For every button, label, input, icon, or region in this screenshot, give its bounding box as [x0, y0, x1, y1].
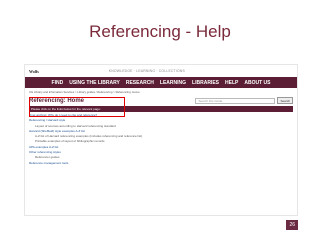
- list-item[interactable]: Reference management tools: [29, 161, 293, 166]
- search-button[interactable]: Search: [277, 97, 293, 104]
- breadcrumb[interactable]: UG Library and Information Services > Li…: [25, 88, 297, 96]
- website-screenshot: Wolfs KNOWLEDGE · LEARNING · COLLECTIONS…: [24, 64, 298, 216]
- search-input[interactable]: Search this Guide: [195, 97, 276, 104]
- link-list: Over-arching: Why do I need to cite and …: [29, 113, 293, 166]
- nav-item-using-the-library[interactable]: USING THE LIBRARY: [69, 80, 120, 86]
- main-nav: FIND USING THE LIBRARY RESEARCH LEARNING…: [25, 77, 297, 88]
- nav-item-learning[interactable]: LEARNING: [160, 80, 186, 86]
- nav-item-help[interactable]: HELP: [225, 80, 238, 86]
- highlight-box: [29, 96, 125, 117]
- nav-item-research[interactable]: RESEARCH: [126, 80, 154, 86]
- nav-item-libraries[interactable]: LIBRARIES: [192, 80, 219, 86]
- site-logo[interactable]: Wolfs: [29, 69, 39, 74]
- site-tagline: KNOWLEDGE · LEARNING · COLLECTIONS: [108, 69, 185, 73]
- site-header: Wolfs KNOWLEDGE · LEARNING · COLLECTIONS: [25, 65, 297, 77]
- nav-item-find[interactable]: FIND: [52, 80, 64, 86]
- page-number: 26: [286, 220, 298, 230]
- nav-item-about-us[interactable]: ABOUT US: [244, 80, 270, 86]
- search-box: Search this Guide Search: [195, 97, 293, 104]
- slide-title: Referencing - Help: [89, 22, 231, 41]
